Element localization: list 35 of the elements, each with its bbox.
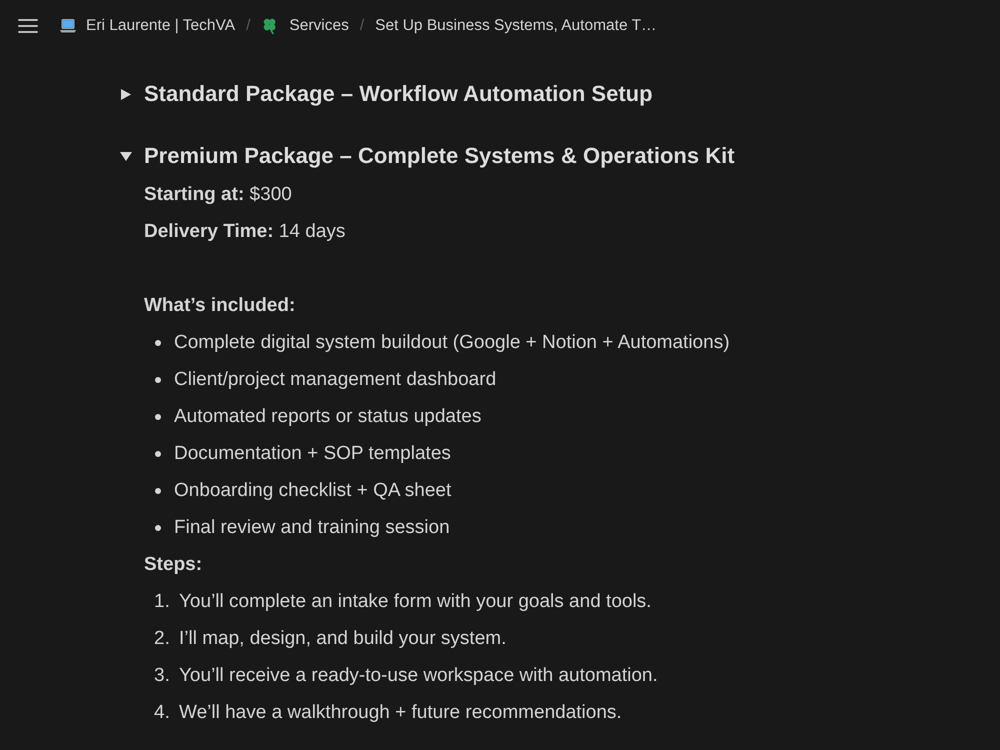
breadcrumb-separator: / <box>246 17 250 35</box>
breadcrumb-separator: / <box>360 17 364 35</box>
list-number: 1. <box>154 590 171 612</box>
triangle-icon[interactable] <box>121 88 131 100</box>
toggle-heading: Premium Package – Complete Systems & Operations Kit <box>144 142 735 170</box>
section-label: Steps: <box>144 554 202 576</box>
list-item-text: Documentation + SOP templates <box>174 442 451 464</box>
bullet-icon <box>155 488 161 494</box>
list-item-text: Client/project management dashboard <box>174 368 496 390</box>
list-number: 4. <box>154 702 171 724</box>
section-label: What’s included: <box>144 294 296 316</box>
list-item-text: We’ll have a walkthrough + future recommendations. <box>179 702 622 724</box>
list-item-text: Complete digital system buildout (Google + Notion + Automations) <box>174 332 730 354</box>
bullet-icon <box>155 376 161 382</box>
menu-icon[interactable] <box>18 19 38 33</box>
list-item-text: You’ll complete an intake form with your goals and tools. <box>179 590 652 612</box>
list-number: 2. <box>154 628 171 650</box>
triangle-icon[interactable] <box>120 152 132 160</box>
breadcrumb-link[interactable]: Eri Laurente | TechVA <box>58 15 238 37</box>
list-item-text: I’ll map, design, and build your system. <box>179 628 506 650</box>
list-item-text: Onboarding checklist + QA sheet <box>174 480 452 502</box>
bullet-icon <box>155 340 161 346</box>
detail-text: Delivery Time: 14 days <box>144 220 346 242</box>
bullet-icon <box>155 414 161 420</box>
bullet-icon <box>155 450 161 456</box>
toggle-heading: Standard Package – Workflow Automation Setup <box>144 80 653 108</box>
laptop-icon <box>60 19 76 33</box>
bullet-icon <box>155 524 161 530</box>
list-item-text: Final review and training session <box>174 516 450 538</box>
list-number: 3. <box>154 664 171 686</box>
breadcrumb-link[interactable]: Set Up Business Systems, Automate T… <box>373 15 659 37</box>
list-item-text: You’ll receive a ready-to-use workspace with automation. <box>179 664 658 686</box>
breadcrumb-link[interactable]: Services <box>259 15 351 37</box>
detail-text: Starting at: $300 <box>144 184 292 206</box>
list-item-text: Automated reports or status updates <box>174 406 482 428</box>
